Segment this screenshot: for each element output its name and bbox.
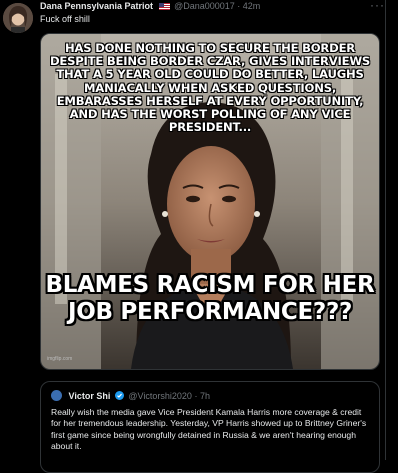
meme-watermark: imgflip.com bbox=[47, 356, 73, 362]
tweet-post[interactable]: Dana Pennsylvania Patriot @Dana000017 · … bbox=[0, 0, 398, 473]
verified-badge-icon bbox=[114, 391, 124, 400]
post-text: Fuck off shill bbox=[40, 14, 90, 24]
quoted-text: Really wish the media gave Vice Presiden… bbox=[51, 407, 367, 452]
post-time[interactable]: 42m bbox=[243, 1, 261, 11]
more-horizontal-icon[interactable]: ··· bbox=[370, 0, 385, 12]
quoted-avatar[interactable] bbox=[51, 390, 62, 401]
quoted-time[interactable]: 7h bbox=[200, 391, 210, 401]
author-handle[interactable]: @Dana000017 bbox=[174, 1, 235, 11]
quoted-handle[interactable]: @Victorshi2020 bbox=[128, 391, 192, 401]
quoted-tweet[interactable]: Victor Shi @Victorshi2020 · 7h Really wi… bbox=[40, 381, 380, 473]
column-divider bbox=[385, 0, 386, 460]
author-name[interactable]: Dana Pennsylvania Patriot bbox=[40, 1, 153, 11]
meme-top-caption: HAS DONE NOTHING TO SECURE THE BORDER DE… bbox=[49, 41, 371, 135]
avatar[interactable] bbox=[3, 3, 33, 33]
us-flag-icon bbox=[158, 3, 170, 10]
quoted-separator: · bbox=[194, 391, 198, 401]
post-header: Dana Pennsylvania Patriot @Dana000017 · … bbox=[40, 0, 260, 12]
quoted-header: Victor Shi @Victorshi2020 · 7h bbox=[51, 390, 210, 401]
meme-bottom-caption: BLAMES RACISM FOR HER JOB PERFORMANCE??? bbox=[45, 272, 375, 325]
post-image[interactable]: HAS DONE NOTHING TO SECURE THE BORDER DE… bbox=[40, 33, 380, 370]
quoted-author-name[interactable]: Victor Shi bbox=[69, 391, 111, 401]
meta-separator: · bbox=[237, 1, 241, 11]
